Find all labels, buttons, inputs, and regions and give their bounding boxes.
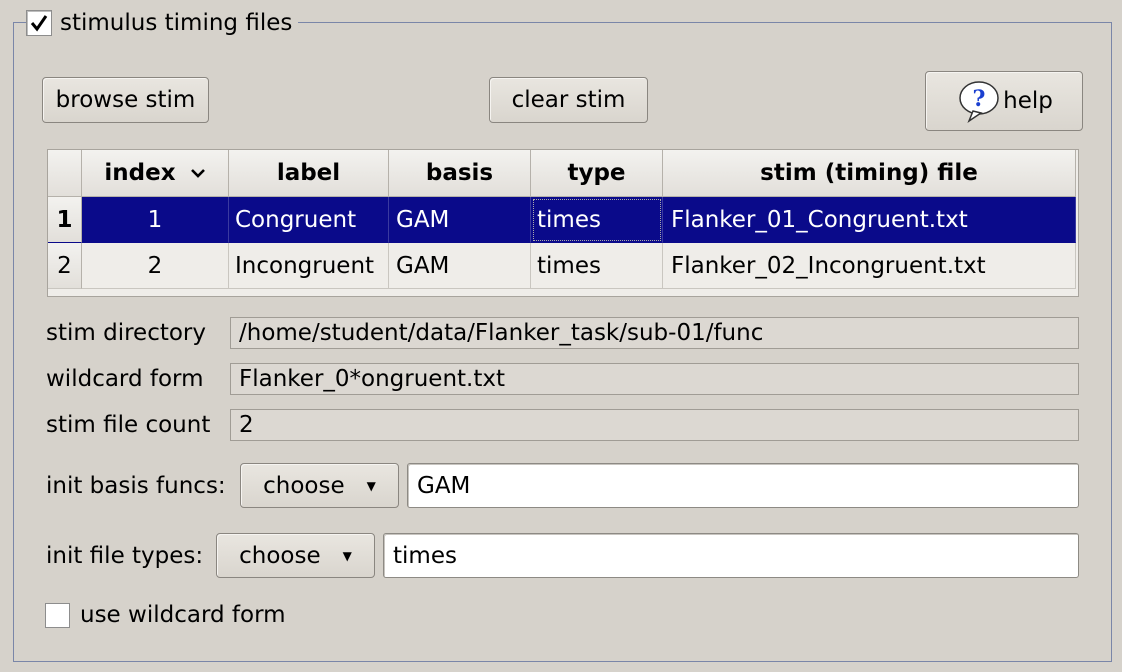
group-header: stimulus timing files [26,6,299,40]
column-header-label[interactable]: label [229,150,389,197]
cell-index[interactable]: 2 [82,243,229,289]
use-wildcard-label: use wildcard form [80,602,286,628]
stim-file-count-label: stim file count [46,412,211,438]
help-label: help [1003,88,1053,114]
table-row[interactable]: 1 1 Congruent GAM times Flanker_01_Congr… [48,197,1076,243]
column-header-label: type [567,160,626,186]
cell-label[interactable]: Congruent [229,197,389,243]
wildcard-form-field: Flanker_0*ongruent.txt [230,363,1079,395]
stim-file-count-field: 2 [230,409,1079,441]
chevron-down-icon [190,169,205,178]
use-wildcard-checkbox[interactable] [45,603,70,628]
dropdown-arrow-icon: ▼ [366,478,376,493]
group-title: stimulus timing files [60,10,293,36]
cell-type[interactable]: times [531,197,663,243]
types-choose-dropdown[interactable]: choose ▼ [216,533,375,578]
table-row[interactable]: 2 2 Incongruent GAM times Flanker_02_Inc… [48,243,1076,289]
types-choose-label: choose [239,542,321,569]
svg-text:?: ? [973,86,986,112]
column-header-type[interactable]: type [531,150,663,197]
basis-funcs-input[interactable]: GAM [407,463,1079,508]
column-header-index[interactable]: index [82,150,229,197]
init-file-types-label: init file types: [46,543,204,569]
column-header-basis[interactable]: basis [389,150,531,197]
help-button[interactable]: ? help [925,71,1083,131]
init-basis-label: init basis funcs: [46,473,226,499]
cell-file[interactable]: Flanker_01_Congruent.txt [663,197,1076,243]
clear-stim-button[interactable]: clear stim [489,77,648,123]
stim-directory-field: /home/student/data/Flanker_task/sub-01/f… [230,317,1079,349]
browse-stim-label: browse stim [55,87,196,113]
stim-directory-label: stim directory [46,320,207,346]
row-header[interactable]: 1 [48,197,82,243]
cell-label[interactable]: Incongruent [229,243,389,289]
column-header-label: stim (timing) file [760,160,978,186]
basis-choose-dropdown[interactable]: choose ▼ [240,463,399,508]
cell-basis[interactable]: GAM [389,197,531,243]
browse-stim-button[interactable]: browse stim [42,77,209,123]
file-types-input[interactable]: times [383,533,1079,578]
cell-type[interactable]: times [531,243,663,289]
column-header-file[interactable]: stim (timing) file [663,150,1076,197]
column-header-label: basis [425,160,494,186]
table-corner [48,150,82,197]
help-bubble-icon: ? [959,81,999,123]
cell-basis[interactable]: GAM [389,243,531,289]
cell-index[interactable]: 1 [82,197,229,243]
cell-file[interactable]: Flanker_02_Incongruent.txt [663,243,1076,289]
row-header[interactable]: 2 [48,243,82,289]
dropdown-arrow-icon: ▼ [342,548,352,563]
wildcard-form-label: wildcard form [46,366,204,392]
stim-table[interactable]: index label basis type stim (timing) fil… [47,149,1079,297]
column-header-label: index [104,160,176,186]
basis-choose-label: choose [263,472,345,499]
checkmark-icon [30,15,48,32]
column-header-label: label [276,160,341,186]
group-enable-checkbox[interactable] [26,10,52,36]
clear-stim-label: clear stim [511,87,626,113]
